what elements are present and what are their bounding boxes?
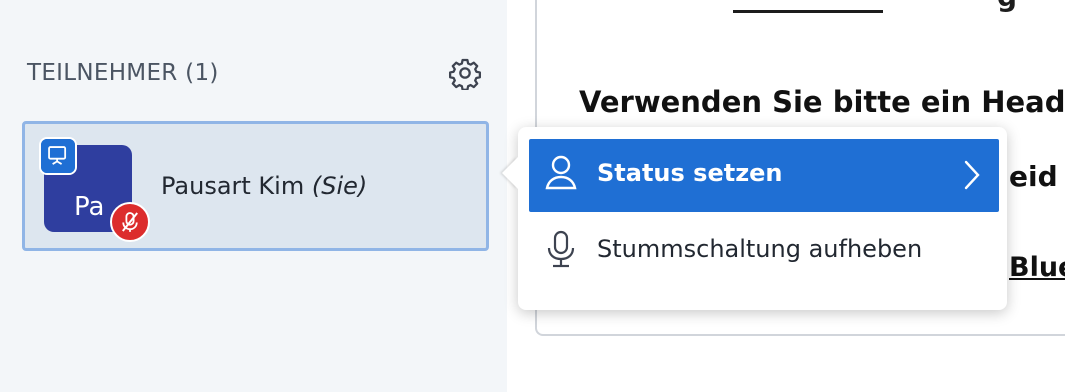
microphone-icon <box>547 230 575 268</box>
unmute-label: Stummschaltung aufheben <box>597 235 923 263</box>
menu-item-unmute[interactable]: Stummschaltung aufheben <box>529 215 999 287</box>
gear-icon[interactable] <box>448 56 482 90</box>
text-fragment-top: g <box>997 0 1017 13</box>
chevron-right-icon <box>964 160 980 190</box>
bluetooth-link[interactable]: Blue <box>1009 252 1065 283</box>
presenter-icon <box>39 137 77 175</box>
participant-name-text: Pausart Kim <box>161 172 305 200</box>
avatar-initials: Pa <box>74 192 105 222</box>
participant-name: Pausart Kim (Sie) <box>161 172 367 200</box>
user-icon <box>545 155 577 190</box>
muted-mic-icon <box>110 202 150 242</box>
set-status-label: Status setzen <box>597 159 783 187</box>
menu-caret <box>502 157 518 189</box>
underline-link[interactable] <box>733 10 883 13</box>
participant-context-menu: Status setzen Stummschaltung aufheben <box>502 127 1007 310</box>
you-label: (Sie) <box>311 172 368 200</box>
participant-list-item[interactable]: Pa Pausart Kim (Sie) <box>22 121 489 251</box>
participants-sidebar: TEILNEHMER (1) Pa Pausart Kim (Sie) <box>0 0 507 392</box>
participants-heading: TEILNEHMER (1) <box>27 60 219 86</box>
main-heading: Verwenden Sie bitte ein Head <box>579 85 1065 119</box>
text-fragment-right: eid <box>1009 160 1058 193</box>
menu-item-set-status[interactable]: Status setzen <box>529 139 999 212</box>
